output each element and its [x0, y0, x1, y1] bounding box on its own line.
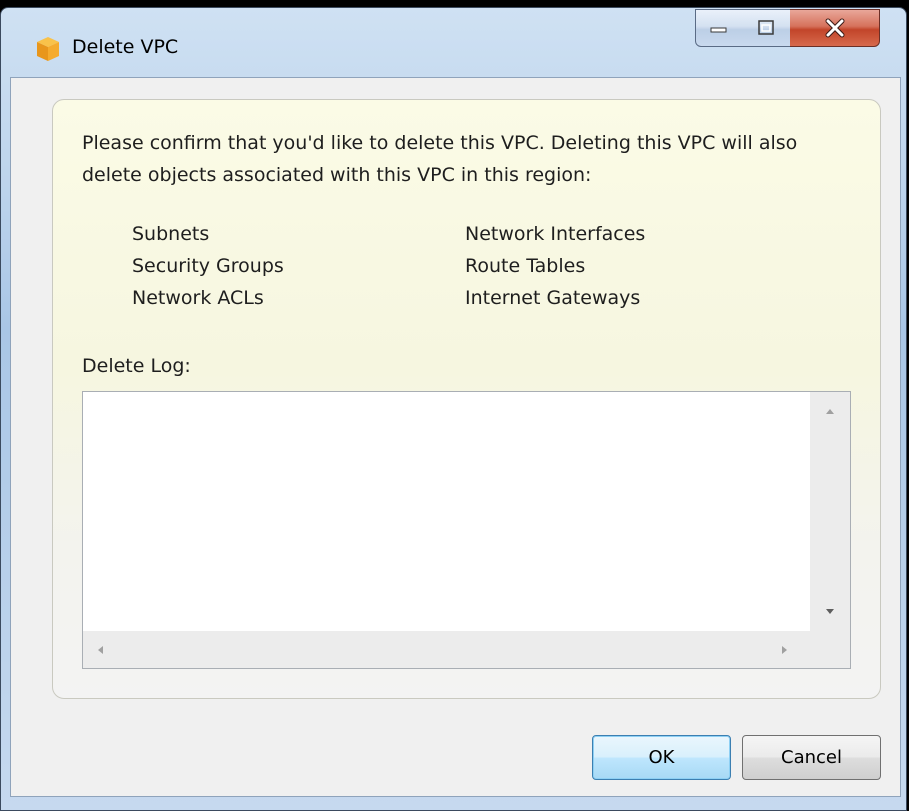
minimize-icon: [710, 27, 727, 33]
aws-cube-icon: [37, 37, 59, 61]
delete-log-box: [82, 391, 851, 669]
affected-objects-list-1: Subnets Security Groups Network ACLs: [132, 218, 284, 314]
affected-object: Internet Gateways: [465, 287, 641, 309]
scroll-up-icon[interactable]: [826, 409, 834, 414]
dialog-window: Delete VPC Please confirm that you'd lik…: [0, 7, 907, 811]
title-bar[interactable]: Delete VPC: [1, 8, 906, 84]
delete-log-textarea[interactable]: [83, 392, 811, 631]
affected-objects-list-2: Network Interfaces Route Tables Internet…: [465, 218, 645, 314]
close-button[interactable]: [790, 9, 880, 47]
affected-object: Network ACLs: [132, 287, 264, 309]
confirmation-message: Please confirm that you'd like to delete…: [82, 132, 798, 186]
affected-object: Security Groups: [132, 255, 284, 277]
delete-log-label: Delete Log:: [82, 355, 191, 377]
affected-object: Network Interfaces: [465, 223, 646, 245]
scroll-right-icon[interactable]: [782, 646, 787, 654]
maximize-button[interactable]: [742, 9, 791, 47]
window-title: Delete VPC: [72, 36, 179, 58]
vertical-scrollbar[interactable]: [810, 392, 850, 631]
minimize-button[interactable]: [695, 9, 743, 47]
close-icon: [825, 18, 844, 38]
scrollbar-corner: [810, 631, 850, 668]
horizontal-scrollbar[interactable]: [83, 631, 811, 668]
affected-object: Subnets: [132, 223, 210, 245]
scroll-down-icon[interactable]: [826, 609, 834, 614]
affected-object: Route Tables: [465, 255, 586, 277]
confirmation-panel: Please confirm that you'd like to delete…: [52, 99, 881, 699]
maximize-icon: [758, 20, 774, 35]
scroll-left-icon[interactable]: [98, 646, 103, 654]
dialog-body: Please confirm that you'd like to delete…: [10, 77, 901, 797]
ok-button[interactable]: OK: [592, 735, 731, 780]
cancel-button[interactable]: Cancel: [742, 735, 881, 780]
